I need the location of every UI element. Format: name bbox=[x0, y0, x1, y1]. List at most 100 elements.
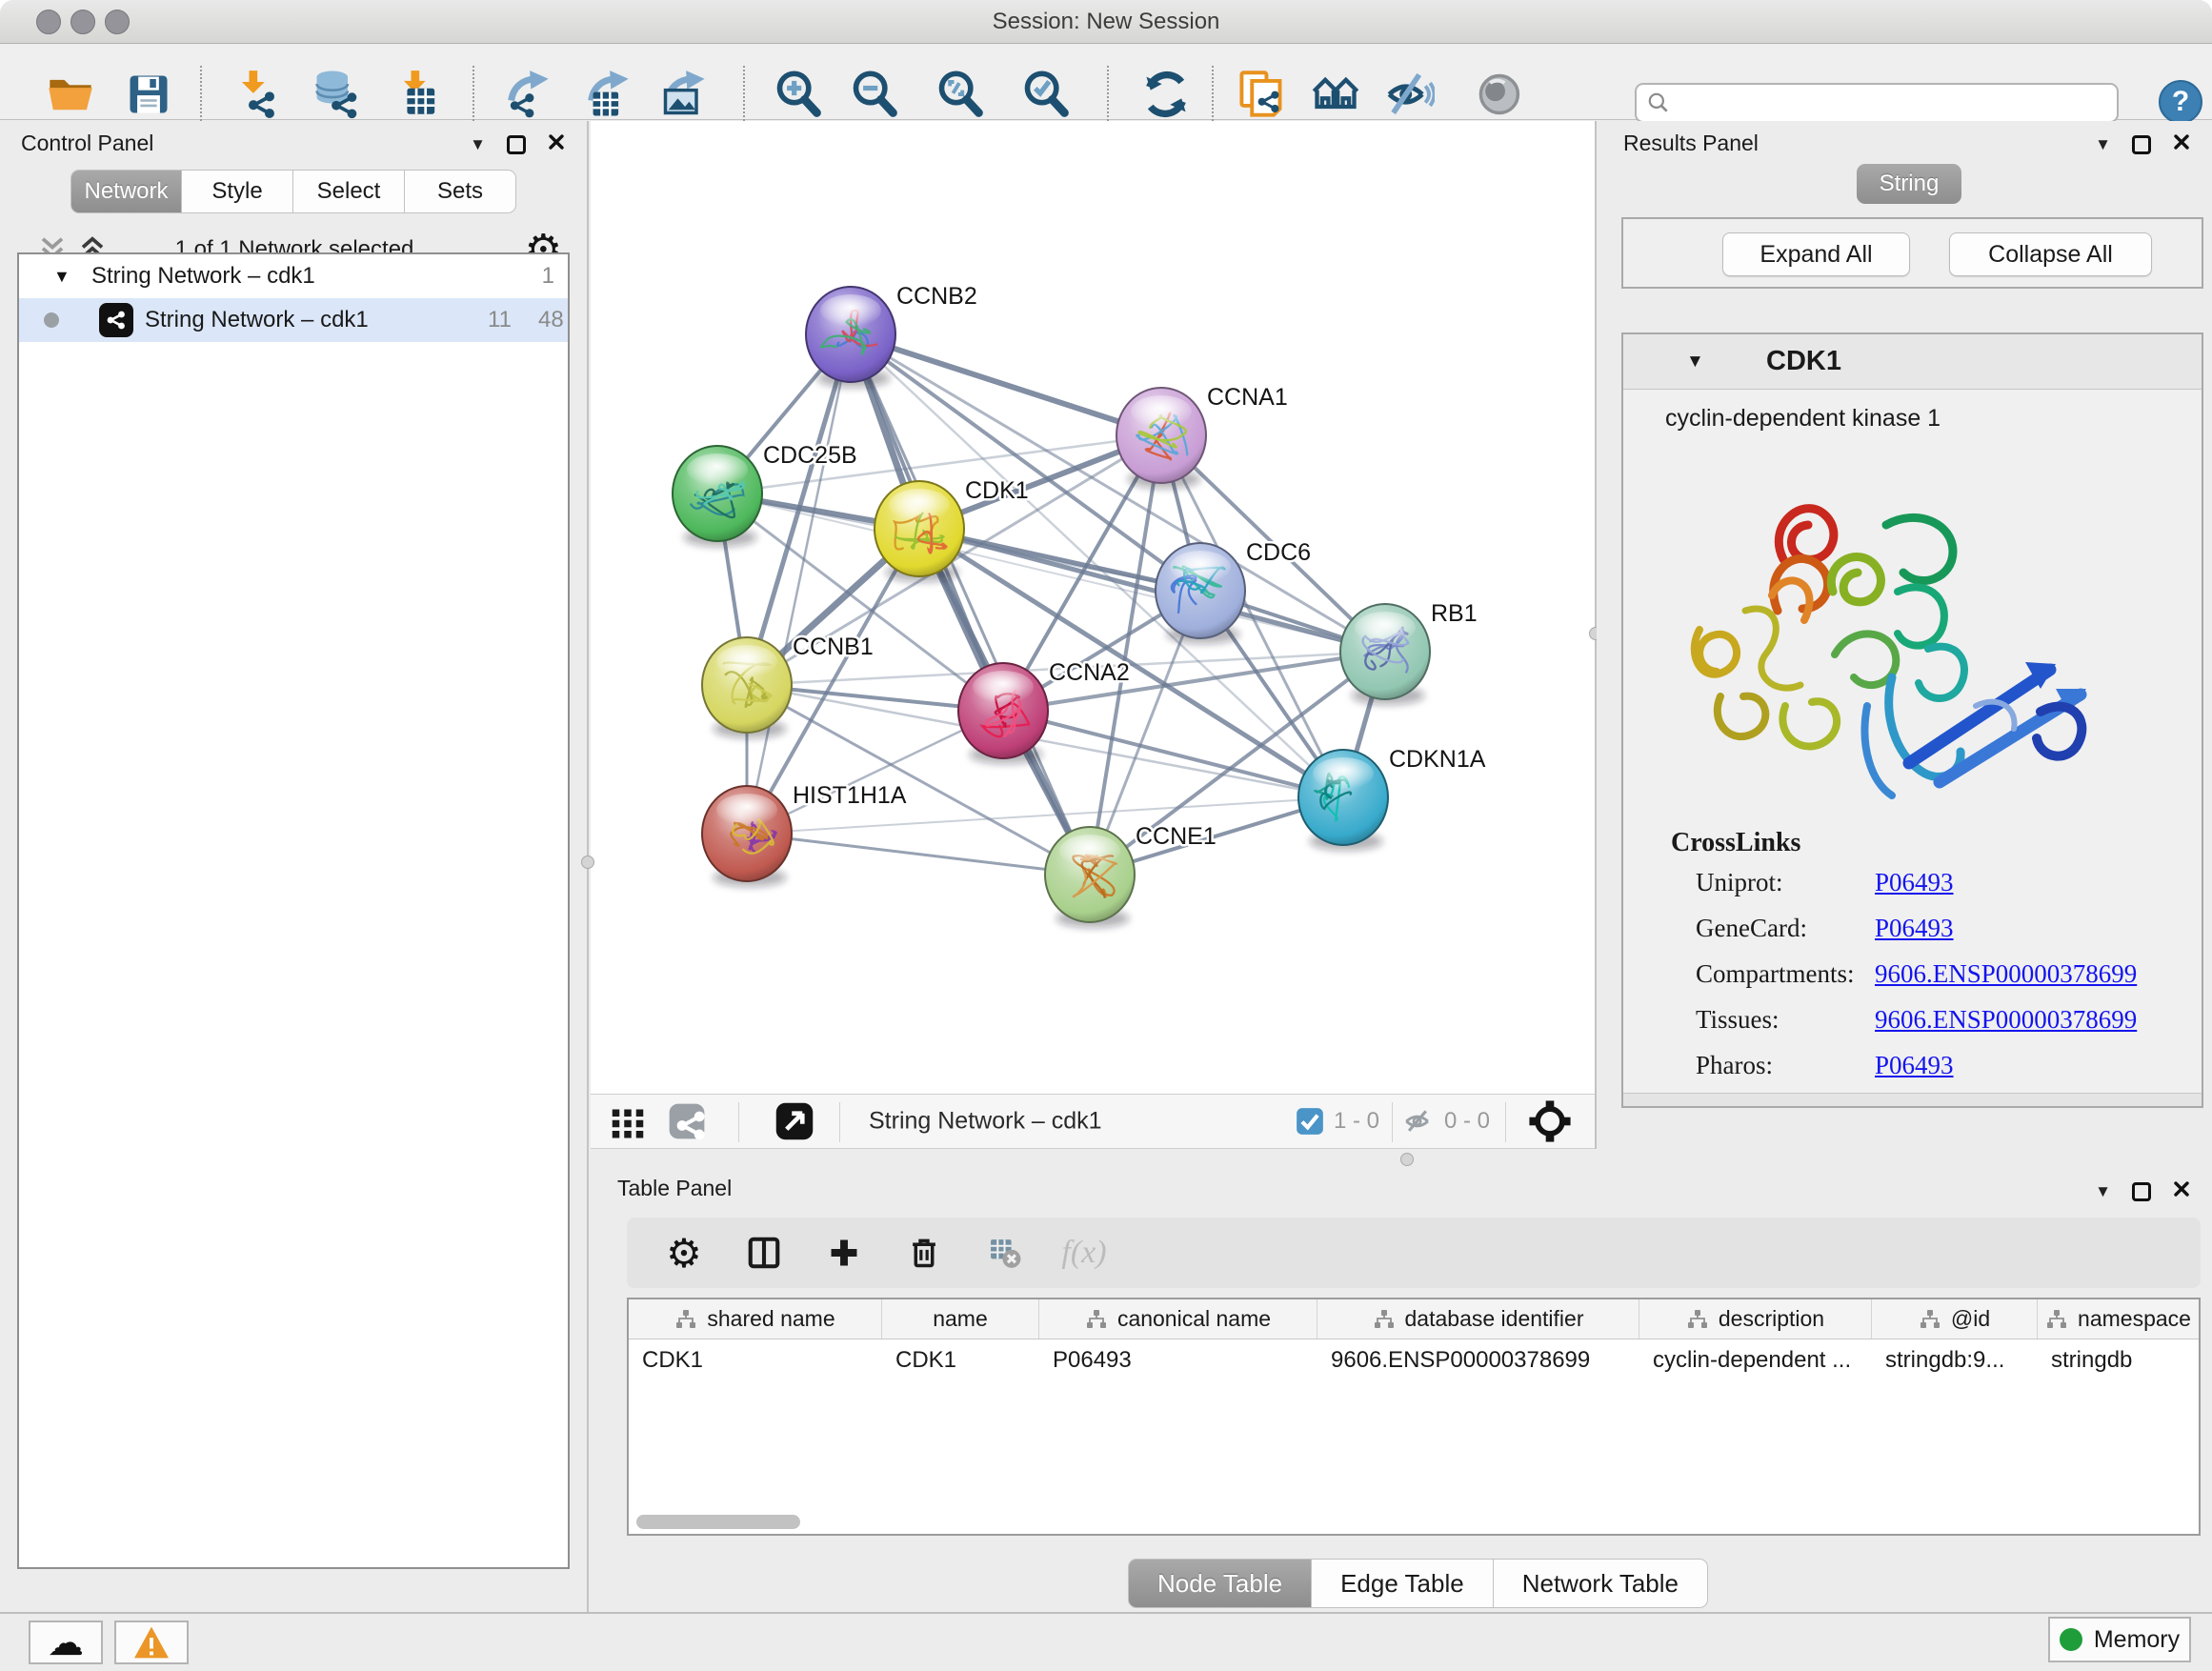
warnings-button[interactable] bbox=[114, 1621, 189, 1664]
crosslink-compartments-link[interactable]: 9606.ENSP00000378699 bbox=[1875, 959, 2137, 989]
cell-id[interactable]: stringdb:9... bbox=[1872, 1339, 2038, 1381]
cell-description[interactable]: cyclin-dependent ... bbox=[1639, 1339, 1872, 1381]
zoom-in-icon[interactable] bbox=[772, 68, 825, 121]
search-input[interactable] bbox=[1671, 91, 2117, 116]
column-header-description[interactable]: description bbox=[1639, 1299, 1872, 1339]
search-icon bbox=[1646, 91, 1671, 115]
first-neighbors-houses-icon[interactable] bbox=[1309, 68, 1362, 121]
network-graph[interactable]: CCNB2CCNA1CDC25BCDK1CDC6RB1CCNB1CCNA2CDK… bbox=[591, 121, 1595, 1094]
column-header-shared-name[interactable]: shared name bbox=[629, 1299, 882, 1339]
export-image-icon[interactable] bbox=[657, 68, 711, 121]
tab-node-table[interactable]: Node Table bbox=[1128, 1559, 1312, 1608]
zoom-selected-icon[interactable] bbox=[1019, 68, 1073, 121]
horizontal-splitter-handle[interactable] bbox=[1400, 1153, 1414, 1166]
table-panel-float-icon[interactable] bbox=[2132, 1182, 2151, 1201]
import-network-file-icon[interactable] bbox=[229, 68, 282, 121]
control-panel-float-icon[interactable] bbox=[507, 135, 526, 154]
tab-sets[interactable]: Sets bbox=[405, 170, 516, 213]
import-table-file-icon[interactable] bbox=[391, 68, 444, 121]
results-panel-float-icon[interactable] bbox=[2132, 135, 2151, 154]
clone-network-icon[interactable] bbox=[1235, 68, 1288, 121]
table-panel-close-icon[interactable] bbox=[2172, 1179, 2191, 1203]
memory-status-dot bbox=[2060, 1628, 2082, 1651]
show-columns-icon[interactable] bbox=[743, 1232, 785, 1274]
column-header-canonical-name[interactable]: canonical name bbox=[1039, 1299, 1317, 1339]
crosslink-genecard-link[interactable]: P06493 bbox=[1875, 914, 1954, 943]
cell-name[interactable]: CDK1 bbox=[882, 1339, 1039, 1381]
table-row[interactable]: CDK1 CDK1 P06493 9606.ENSP00000378699 cy… bbox=[629, 1339, 2199, 1381]
left-splitter-handle[interactable] bbox=[581, 856, 594, 869]
crosslink-row: Pharos: P06493 bbox=[1696, 1051, 2191, 1097]
hidden-elements-indicator[interactable]: 0 - 0 bbox=[1402, 1105, 1490, 1137]
hide-graphics-details-eye-icon[interactable] bbox=[1383, 68, 1437, 121]
results-tab-string[interactable]: String bbox=[1857, 164, 1961, 204]
network-canvas[interactable]: CCNB2CCNA1CDC25BCDK1CDC6RB1CCNB1CCNA2CDK… bbox=[591, 121, 1595, 1094]
network-row[interactable]: String Network – cdk1 11 48 bbox=[19, 298, 568, 342]
crosslink-uniprot-link[interactable]: P06493 bbox=[1875, 868, 1954, 897]
crosslink-tissues-link[interactable]: 9606.ENSP00000378699 bbox=[1875, 1005, 2137, 1035]
selected-checkbox-icon[interactable] bbox=[1296, 1107, 1324, 1136]
window-title: Session: New Session bbox=[0, 9, 2212, 35]
export-table-icon[interactable] bbox=[581, 68, 634, 121]
refresh-icon[interactable] bbox=[1139, 68, 1193, 121]
help-button[interactable]: ? bbox=[2159, 80, 2202, 124]
toolbar-separator bbox=[738, 1102, 739, 1142]
import-network-database-icon[interactable] bbox=[309, 68, 362, 121]
zoom-fit-icon[interactable] bbox=[934, 68, 987, 121]
horizontal-scrollbar[interactable] bbox=[634, 1515, 2193, 1529]
column-header-id[interactable]: @id bbox=[1872, 1299, 2038, 1339]
grid-view-icon[interactable] bbox=[609, 1102, 647, 1140]
tab-network-table[interactable]: Network Table bbox=[1494, 1559, 1708, 1608]
column-header-database-identifier[interactable]: database identifier bbox=[1317, 1299, 1639, 1339]
results-panel-close-icon[interactable] bbox=[2172, 132, 2191, 156]
selected-count: 1 - 0 bbox=[1334, 1108, 1379, 1135]
column-header-namespace[interactable]: namespace bbox=[2038, 1299, 2199, 1339]
birds-eye-open-icon[interactable] bbox=[774, 1100, 815, 1142]
expand-all-button[interactable]: Expand All bbox=[1722, 232, 1910, 276]
control-panel-menu-icon[interactable]: ▼ bbox=[470, 136, 486, 152]
crosslink-label: Compartments: bbox=[1696, 959, 1854, 989]
crosslink-pharos-link[interactable]: P06493 bbox=[1875, 1051, 1954, 1080]
table-options-gear-icon[interactable]: ⚙ bbox=[663, 1232, 705, 1274]
string-network-type-icon[interactable] bbox=[667, 1101, 707, 1141]
results-panel-menu-icon[interactable]: ▼ bbox=[2095, 136, 2111, 152]
node-label-HIST1H1A: HIST1H1A bbox=[793, 782, 907, 809]
create-column-plus-icon[interactable] bbox=[823, 1232, 865, 1274]
export-network-icon[interactable] bbox=[501, 68, 554, 121]
network-label: String Network – cdk1 bbox=[145, 307, 369, 333]
network-collection-row[interactable]: ▼ String Network – cdk1 1 bbox=[19, 254, 568, 298]
toolbar-separator bbox=[1392, 1102, 1393, 1142]
status-bar: ☁ Memory bbox=[0, 1612, 2212, 1671]
node-entry-expander-icon[interactable]: ▼ bbox=[1686, 352, 1704, 372]
table-toolbar: ⚙ f(x) bbox=[627, 1218, 2201, 1288]
control-panel-tabs: Network Style Select Sets bbox=[70, 170, 516, 213]
cell-database-identifier[interactable]: 9606.ENSP00000378699 bbox=[1317, 1339, 1639, 1381]
tab-edge-table[interactable]: Edge Table bbox=[1312, 1559, 1494, 1608]
column-header-name[interactable]: name bbox=[882, 1299, 1039, 1339]
cell-canonical-name[interactable]: P06493 bbox=[1039, 1339, 1317, 1381]
table-panel: Table Panel ▼ ⚙ f(x) bbox=[591, 1170, 2212, 1612]
birds-eye-toggle-icon[interactable] bbox=[1474, 68, 1527, 121]
node-entry-header[interactable]: ▼ CDK1 bbox=[1623, 334, 2202, 390]
open-folder-icon[interactable] bbox=[44, 68, 97, 121]
tab-network[interactable]: Network bbox=[70, 170, 182, 213]
collapse-all-button[interactable]: Collapse All bbox=[1949, 232, 2152, 276]
fit-selected-crosshair-icon[interactable] bbox=[1528, 1099, 1572, 1143]
save-session-icon[interactable] bbox=[122, 68, 175, 121]
cloud-status-button[interactable]: ☁ bbox=[29, 1621, 103, 1664]
scrollbar-thumb[interactable] bbox=[636, 1515, 800, 1529]
cell-namespace[interactable]: stringdb bbox=[2038, 1339, 2199, 1381]
cell-shared-name[interactable]: CDK1 bbox=[629, 1339, 882, 1381]
network-view-toolbar: String Network – cdk1 1 - 0 0 - 0 bbox=[591, 1094, 1595, 1149]
tab-style[interactable]: Style bbox=[182, 170, 293, 213]
memory-button[interactable]: Memory bbox=[2048, 1617, 2191, 1662]
delete-column-trash-icon[interactable] bbox=[903, 1232, 945, 1274]
table-panel-menu-icon[interactable]: ▼ bbox=[2095, 1183, 2111, 1199]
results-actions-box: Expand All Collapse All bbox=[1621, 217, 2203, 289]
main-toolbar: ? bbox=[0, 45, 2212, 120]
tab-select[interactable]: Select bbox=[293, 170, 405, 213]
control-panel-close-icon[interactable] bbox=[547, 132, 566, 156]
collection-expander-icon[interactable]: ▼ bbox=[53, 267, 70, 287]
zoom-out-icon[interactable] bbox=[848, 68, 901, 121]
selected-nodes-indicator[interactable]: 1 - 0 bbox=[1296, 1107, 1379, 1136]
